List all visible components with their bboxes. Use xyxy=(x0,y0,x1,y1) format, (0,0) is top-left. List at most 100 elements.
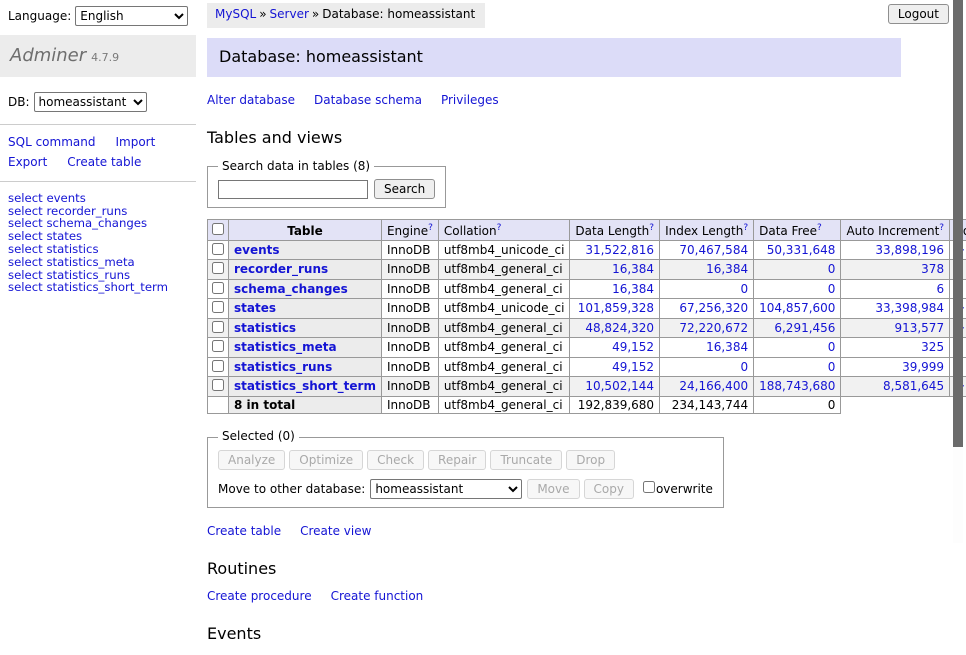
selected-action-button[interactable]: Repair xyxy=(428,450,486,470)
row-checkbox[interactable] xyxy=(212,321,224,333)
column-help-link[interactable]: ? xyxy=(743,223,748,233)
row-checkbox[interactable] xyxy=(212,282,224,294)
column-help-link[interactable]: ? xyxy=(817,223,822,233)
table-name-link[interactable]: schema_changes xyxy=(234,282,348,296)
language-select[interactable]: English xyxy=(75,6,188,26)
column-help-link[interactable]: ? xyxy=(649,223,654,233)
table-name-link[interactable]: statistics_runs xyxy=(234,360,332,374)
db-row: DB:homeassistant xyxy=(0,92,196,112)
breadcrumb-link[interactable]: MySQL xyxy=(215,7,256,21)
data-free-link[interactable]: 188,743,680 xyxy=(759,379,835,393)
database-action-link[interactable]: Database schema xyxy=(314,93,422,107)
auto-increment-link[interactable]: 913,577 xyxy=(894,321,944,335)
auto-increment-link[interactable]: 8,581,645 xyxy=(883,379,944,393)
routine-create-link[interactable]: Create procedure xyxy=(207,589,312,603)
database-action-link[interactable]: Alter database xyxy=(207,93,295,107)
data-length-link[interactable]: 48,824,320 xyxy=(585,321,654,335)
data-free-link[interactable]: 0 xyxy=(828,262,836,276)
data-length-cell: 49,152 xyxy=(570,338,660,358)
selected-action-button[interactable]: Check xyxy=(367,450,424,470)
move-db-select[interactable]: homeassistant xyxy=(370,479,522,499)
index-length-link[interactable]: 0 xyxy=(740,282,748,296)
scrollbar-thumb[interactable] xyxy=(953,0,963,447)
table-name-link[interactable]: states xyxy=(234,301,276,315)
index-length-link[interactable]: 16,384 xyxy=(706,262,748,276)
search-input[interactable] xyxy=(218,180,368,199)
sidebar-action-link[interactable]: Import xyxy=(115,133,155,152)
overwrite-checkbox[interactable] xyxy=(643,481,655,493)
auto-increment-link[interactable]: 6 xyxy=(936,282,944,296)
table-name-link[interactable]: statistics_meta xyxy=(234,340,337,354)
index-length-link[interactable]: 67,256,320 xyxy=(679,301,748,315)
auto-increment-link[interactable]: 33,398,984 xyxy=(875,301,944,315)
routine-create-link[interactable]: Create function xyxy=(331,589,424,603)
sidebar-table-link[interactable]: statistics_short_term xyxy=(46,280,168,294)
auto-increment-link[interactable]: 39,999 xyxy=(902,360,944,374)
create-link[interactable]: Create table xyxy=(207,524,281,538)
data-free-link[interactable]: 50,331,648 xyxy=(767,243,836,257)
search-button[interactable]: Search xyxy=(374,179,435,199)
move-copy-button[interactable]: Move xyxy=(527,479,579,499)
page-title: Database: homeassistant xyxy=(207,38,901,78)
row-checkbox[interactable] xyxy=(212,243,224,255)
row-checkbox-cell xyxy=(208,318,229,338)
auto-increment-link[interactable]: 33,898,196 xyxy=(875,243,944,257)
index-length-link[interactable]: 72,220,672 xyxy=(679,321,748,335)
sidebar-action-link[interactable]: Create table xyxy=(67,153,141,172)
data-length-link[interactable]: 49,152 xyxy=(612,340,654,354)
sidebar-table-list: select events select recorder_runs selec… xyxy=(0,192,196,294)
table-name-link[interactable]: events xyxy=(234,243,280,257)
table-name-link[interactable]: statistics_short_term xyxy=(234,379,376,393)
index-length-link[interactable]: 16,384 xyxy=(706,340,748,354)
table-name-link[interactable]: statistics xyxy=(234,321,296,335)
data-free-link[interactable]: 0 xyxy=(828,282,836,296)
row-checkbox[interactable] xyxy=(212,262,224,274)
data-length-link[interactable]: 49,152 xyxy=(612,360,654,374)
adminer-link[interactable]: Adminer xyxy=(10,45,86,66)
row-checkbox[interactable] xyxy=(212,360,224,372)
select-all-checkbox[interactable] xyxy=(212,223,224,235)
index-length-link[interactable]: 0 xyxy=(740,360,748,374)
routines-links: Create procedure Create function xyxy=(207,589,901,605)
column-help-link[interactable]: ? xyxy=(497,223,502,233)
data-free-link[interactable]: 0 xyxy=(828,340,836,354)
auto-increment-cell: 378 xyxy=(841,260,950,280)
table-name-cell: states xyxy=(229,299,382,319)
data-free-link[interactable]: 0 xyxy=(828,360,836,374)
move-copy-button[interactable]: Copy xyxy=(584,479,634,499)
data-length-link[interactable]: 101,859,328 xyxy=(578,301,654,315)
breadcrumb-link[interactable]: Server xyxy=(270,7,309,21)
selected-action-button[interactable]: Optimize xyxy=(289,450,363,470)
column-help-link[interactable]: ? xyxy=(428,223,433,233)
row-checkbox[interactable] xyxy=(212,340,224,352)
data-length-link[interactable]: 10,502,144 xyxy=(585,379,654,393)
create-link[interactable]: Create view xyxy=(300,524,371,538)
selected-action-button[interactable]: Analyze xyxy=(218,450,285,470)
selected-action-button[interactable]: Drop xyxy=(566,450,615,470)
column-help-link[interactable]: ? xyxy=(939,223,944,233)
table-name-link[interactable]: recorder_runs xyxy=(234,262,328,276)
breadcrumb: MySQL»Server»Database: homeassistant xyxy=(207,3,485,28)
overwrite-label[interactable]: overwrite xyxy=(656,482,713,496)
row-checkbox[interactable] xyxy=(212,301,224,313)
data-length-link[interactable]: 31,522,816 xyxy=(585,243,654,257)
sidebar-action-link[interactable]: SQL command xyxy=(8,133,95,152)
data-free-link[interactable]: 104,857,600 xyxy=(759,301,835,315)
row-checkbox-cell xyxy=(208,240,229,260)
database-action-link[interactable]: Privileges xyxy=(441,93,499,107)
search-fieldset: Search data in tables (8) Search xyxy=(207,159,446,209)
index-length-link[interactable]: 24,166,400 xyxy=(679,379,748,393)
db-select[interactable]: homeassistant xyxy=(34,92,147,112)
data-free-link[interactable]: 6,291,456 xyxy=(774,321,835,335)
sidebar-action-link[interactable]: Export xyxy=(8,153,47,172)
select-link[interactable]: select xyxy=(8,280,43,294)
selected-action-button[interactable]: Truncate xyxy=(490,450,562,470)
row-checkbox[interactable] xyxy=(212,379,224,391)
data-length-link[interactable]: 16,384 xyxy=(612,282,654,296)
data-length-link[interactable]: 16,384 xyxy=(612,262,654,276)
row-checkbox-cell xyxy=(208,260,229,280)
auto-increment-link[interactable]: 325 xyxy=(921,340,944,354)
tables-overview: TableEngine?Collation?Data Length?Index … xyxy=(207,219,966,414)
auto-increment-link[interactable]: 378 xyxy=(921,262,944,276)
index-length-link[interactable]: 70,467,584 xyxy=(679,243,748,257)
